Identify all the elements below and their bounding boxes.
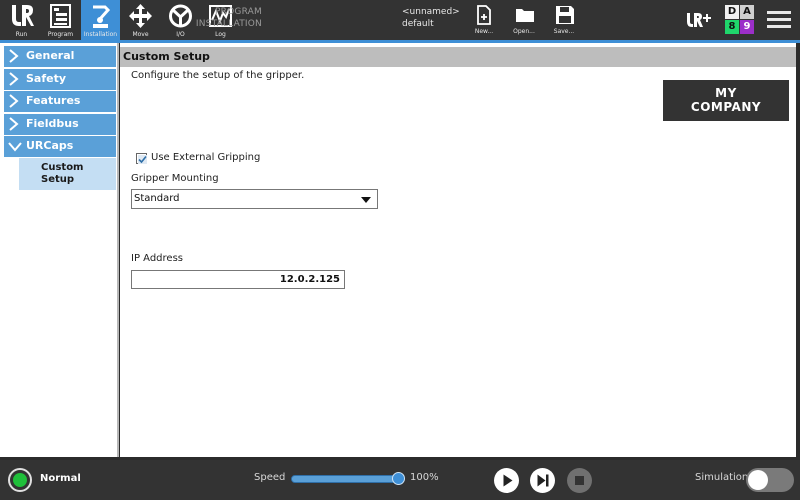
ip-address-label: IP Address [131, 253, 183, 264]
sidebar-item-features[interactable]: Features [4, 91, 116, 112]
sidebar-subitem-line2: Setup [41, 174, 75, 185]
external-gripping-checkbox[interactable] [136, 153, 147, 164]
io-icon [169, 4, 192, 28]
chevron-right-icon [9, 117, 19, 131]
robot-status-button[interactable] [8, 468, 32, 492]
gripper-mounting-select[interactable]: Standard [131, 189, 378, 209]
stop-icon [575, 476, 584, 485]
speed-label: Speed [254, 472, 286, 483]
sidebar-subitem-line1: Custom [41, 162, 84, 173]
d-count-badge: 8 [725, 20, 739, 34]
ur-plus-icon [687, 13, 711, 27]
company-logo: MY COMPANY [663, 80, 789, 121]
ip-address-input[interactable]: 12.0.2.125 [131, 270, 345, 289]
nav-move-label: Move [132, 31, 149, 38]
sidebar-item-label: URCaps [26, 139, 74, 152]
sidebar-item-label: Safety [26, 72, 67, 85]
custom-setup-panel: Custom Setup Configure the setup of the … [120, 43, 796, 457]
panel-header: Custom Setup [120, 47, 796, 67]
ur-logo-icon [12, 5, 34, 26]
installation-icon [93, 5, 111, 28]
gripper-mounting-label: Gripper Mounting [131, 173, 219, 184]
stop-button[interactable] [567, 468, 592, 493]
sidebar-item-label: General [26, 49, 75, 62]
sidebar-item-urcaps[interactable]: URCaps [4, 136, 116, 157]
nav-program-button[interactable]: Program [41, 0, 80, 40]
speed-slider-fill [292, 476, 402, 482]
sidebar-item-general[interactable]: General [4, 46, 116, 67]
company-logo-line2: COMPANY [690, 100, 762, 114]
program-icon [50, 4, 71, 28]
a-label: A [740, 5, 754, 19]
open-file-label: Open... [513, 28, 535, 35]
nav-io-label: I/O [176, 31, 185, 38]
gripper-mounting-value: Standard [134, 193, 180, 204]
installation-key: INSTALLATION [195, 19, 262, 29]
da-status-grid[interactable]: D A 8 9 [725, 5, 754, 35]
chevron-down-icon [8, 142, 22, 152]
installation-sidebar: General Safety Features Fieldbus URCaps … [0, 43, 119, 457]
new-file-label: New... [474, 28, 494, 35]
installation-name: default [402, 19, 434, 29]
bottom-bar: Normal Speed 100% Simulation [0, 460, 800, 500]
sidebar-subitem-label: Custom Setup [41, 162, 83, 186]
sidebar-item-label: Fieldbus [26, 117, 79, 130]
new-file-icon [477, 5, 491, 25]
move-icon [129, 4, 152, 28]
sidebar-item-custom-setup[interactable]: Custom Setup [19, 158, 116, 190]
nav-move-button[interactable]: Move [121, 0, 160, 40]
program-key: PROGRAM [215, 7, 262, 17]
open-file-button[interactable]: Open... [507, 0, 541, 40]
save-file-button[interactable]: Save... [547, 0, 581, 40]
simulation-label: Simulation [695, 472, 749, 483]
company-logo-line1: MY [715, 86, 737, 100]
play-button[interactable] [494, 468, 519, 493]
speed-slider-thumb[interactable] [392, 472, 405, 485]
robot-status-label: Normal [40, 473, 81, 484]
speed-slider-track[interactable] [291, 475, 403, 483]
status-indicator-icon [13, 473, 27, 487]
chevron-right-icon [9, 49, 19, 63]
new-file-button[interactable]: New... [467, 0, 501, 40]
urcaps-plus-button[interactable] [686, 10, 712, 30]
save-file-label: Save... [553, 28, 575, 35]
folder-icon [516, 9, 534, 22]
nav-installation-button[interactable]: Installation [81, 0, 120, 40]
simulation-toggle[interactable] [746, 468, 794, 492]
ur-polyscope-window: Run Program Installation Move I/O Log PR… [0, 0, 800, 500]
d-label: D [725, 5, 739, 19]
nav-log-label: Log [215, 31, 226, 38]
checkmark-icon [138, 155, 147, 164]
nav-run-label: Run [15, 31, 28, 38]
save-icon [556, 6, 574, 24]
dropdown-arrow-icon [361, 197, 371, 203]
nav-program-label: Program [47, 31, 74, 38]
nav-run-button[interactable]: Run [2, 0, 41, 40]
hamburger-menu-icon[interactable] [767, 11, 791, 29]
panel-description: Configure the setup of the gripper. [131, 70, 305, 81]
external-gripping-label: Use External Gripping [151, 152, 261, 163]
top-bar: Run Program Installation Move I/O Log PR… [0, 0, 800, 40]
step-button[interactable] [530, 468, 555, 493]
sidebar-item-fieldbus[interactable]: Fieldbus [4, 114, 116, 135]
step-forward-icon [537, 474, 549, 487]
sidebar-item-safety[interactable]: Safety [4, 69, 116, 90]
toggle-knob [748, 470, 768, 490]
panel-title: Custom Setup [123, 50, 210, 63]
chevron-right-icon [9, 72, 19, 86]
program-name: <unnamed> [402, 7, 460, 17]
nav-installation-label: Installation [83, 31, 118, 38]
sidebar-item-label: Features [26, 94, 81, 107]
chevron-right-icon [9, 94, 19, 108]
a-count-badge: 9 [740, 20, 754, 34]
speed-value: 100% [410, 472, 439, 483]
play-icon [503, 474, 513, 487]
